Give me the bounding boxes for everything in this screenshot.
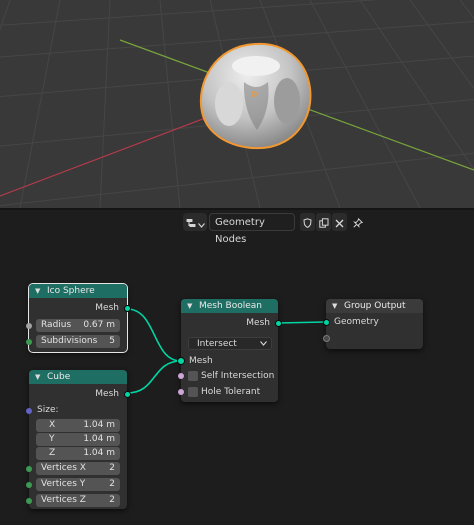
- vertices-z-label: Vertices Z: [41, 495, 86, 505]
- hole-tolerant-checkbox[interactable]: [188, 387, 198, 397]
- node-title: Mesh Boolean: [199, 301, 262, 311]
- viewport-scene: [0, 0, 474, 208]
- chevron-down-icon[interactable]: ▼: [332, 299, 337, 313]
- chevron-down-icon[interactable]: ▼: [187, 299, 192, 313]
- ico-sphere-node-header[interactable]: ▼ Ico Sphere: [29, 284, 127, 298]
- 3d-viewport[interactable]: [0, 0, 474, 208]
- vertices-x-input-socket[interactable]: [26, 466, 32, 472]
- subdivisions-label: Subdivisions: [41, 336, 98, 346]
- mesh-boolean-node-header[interactable]: ▼ Mesh Boolean: [181, 299, 278, 313]
- size-z-value: 1.04 m: [83, 448, 115, 458]
- vertices-z-input-socket[interactable]: [26, 498, 32, 504]
- vertices-y-label: Vertices Y: [41, 479, 86, 489]
- node-title: Group Output: [344, 301, 406, 311]
- geometry-label: Geometry: [334, 317, 379, 327]
- self-intersection-label: Self Intersection: [201, 371, 275, 381]
- link-cube-to-boolean: [126, 360, 182, 394]
- radius-value: 0.67 m: [83, 320, 115, 330]
- subdivisions-input-socket[interactable]: [26, 339, 32, 345]
- chevron-down-icon[interactable]: ▼: [35, 284, 40, 298]
- mesh-output-label: Mesh: [95, 389, 119, 399]
- vertices-z-value: 2: [109, 495, 115, 505]
- geometry-input-socket[interactable]: [323, 319, 330, 326]
- rounded-cube-object[interactable]: [199, 42, 312, 149]
- size-x-value: 1.04 m: [83, 420, 115, 430]
- hole-tolerant-input-socket[interactable]: [178, 389, 184, 395]
- vertices-x-field[interactable]: Vertices X 2: [36, 462, 120, 475]
- group-output-node-header[interactable]: ▼ Group Output: [326, 299, 423, 313]
- mesh-input-label: Mesh: [189, 356, 213, 366]
- ico-sphere-node[interactable]: ▼ Ico Sphere Mesh Radius 0.67 m Subdivis…: [26, 283, 131, 353]
- cube-node[interactable]: ▼ Cube Mesh Size: X 1.04 m Y 1.04 m Z 1.…: [26, 370, 131, 509]
- link-ico-sphere-to-boolean: [126, 308, 182, 362]
- size-x-field[interactable]: X 1.04 m: [36, 419, 120, 432]
- empty-input-socket[interactable]: [323, 335, 330, 342]
- size-z-label: Z: [49, 448, 56, 458]
- vertices-y-field[interactable]: Vertices Y 2: [36, 478, 120, 491]
- node-editor[interactable]: Geometry Nodes ▼ Ico Sphere Mesh Radius …: [0, 210, 474, 525]
- hole-tolerant-label: Hole Tolerant: [201, 387, 261, 397]
- link-boolean-to-output: [277, 321, 326, 324]
- radius-input-socket[interactable]: [26, 323, 32, 329]
- node-title: Ico Sphere: [47, 286, 95, 296]
- node-title: Cube: [47, 372, 71, 382]
- size-x-label: X: [49, 420, 56, 430]
- vertices-x-label: Vertices X: [41, 463, 86, 473]
- vertices-x-value: 2: [109, 463, 115, 473]
- radius-field[interactable]: Radius 0.67 m: [36, 319, 120, 332]
- mesh-output-socket[interactable]: [275, 320, 282, 327]
- chevron-down-icon[interactable]: ▼: [35, 370, 40, 384]
- subdivisions-field[interactable]: Subdivisions 5: [36, 335, 120, 348]
- radius-label: Radius: [41, 320, 72, 330]
- mesh-output-label: Mesh: [95, 303, 119, 313]
- mesh-output-socket[interactable]: [124, 305, 131, 312]
- operation-dropdown[interactable]: Intersect: [188, 337, 272, 350]
- mesh-output-socket[interactable]: [124, 391, 131, 398]
- vertices-y-input-socket[interactable]: [26, 482, 32, 488]
- cube-node-header[interactable]: ▼ Cube: [29, 370, 127, 384]
- subdivisions-value: 5: [109, 336, 115, 346]
- chevron-down-icon: [260, 338, 267, 350]
- size-label: Size:: [37, 405, 59, 415]
- vertices-y-value: 2: [109, 479, 115, 489]
- size-z-field[interactable]: Z 1.04 m: [36, 447, 120, 460]
- group-output-node[interactable]: ▼ Group Output Geometry: [323, 299, 423, 349]
- self-intersection-input-socket[interactable]: [178, 373, 184, 379]
- size-y-field[interactable]: Y 1.04 m: [36, 433, 120, 446]
- size-y-label: Y: [49, 434, 55, 444]
- mesh-output-label: Mesh: [246, 318, 270, 328]
- size-y-value: 1.04 m: [83, 434, 115, 444]
- operation-value: Intersect: [197, 339, 237, 349]
- mesh-boolean-node[interactable]: ▼ Mesh Boolean Mesh Intersect Mesh Self …: [177, 299, 282, 402]
- vertices-z-field[interactable]: Vertices Z 2: [36, 494, 120, 507]
- mesh-input-socket[interactable]: [177, 357, 185, 365]
- self-intersection-checkbox[interactable]: [188, 371, 198, 381]
- size-input-socket[interactable]: [26, 408, 32, 414]
